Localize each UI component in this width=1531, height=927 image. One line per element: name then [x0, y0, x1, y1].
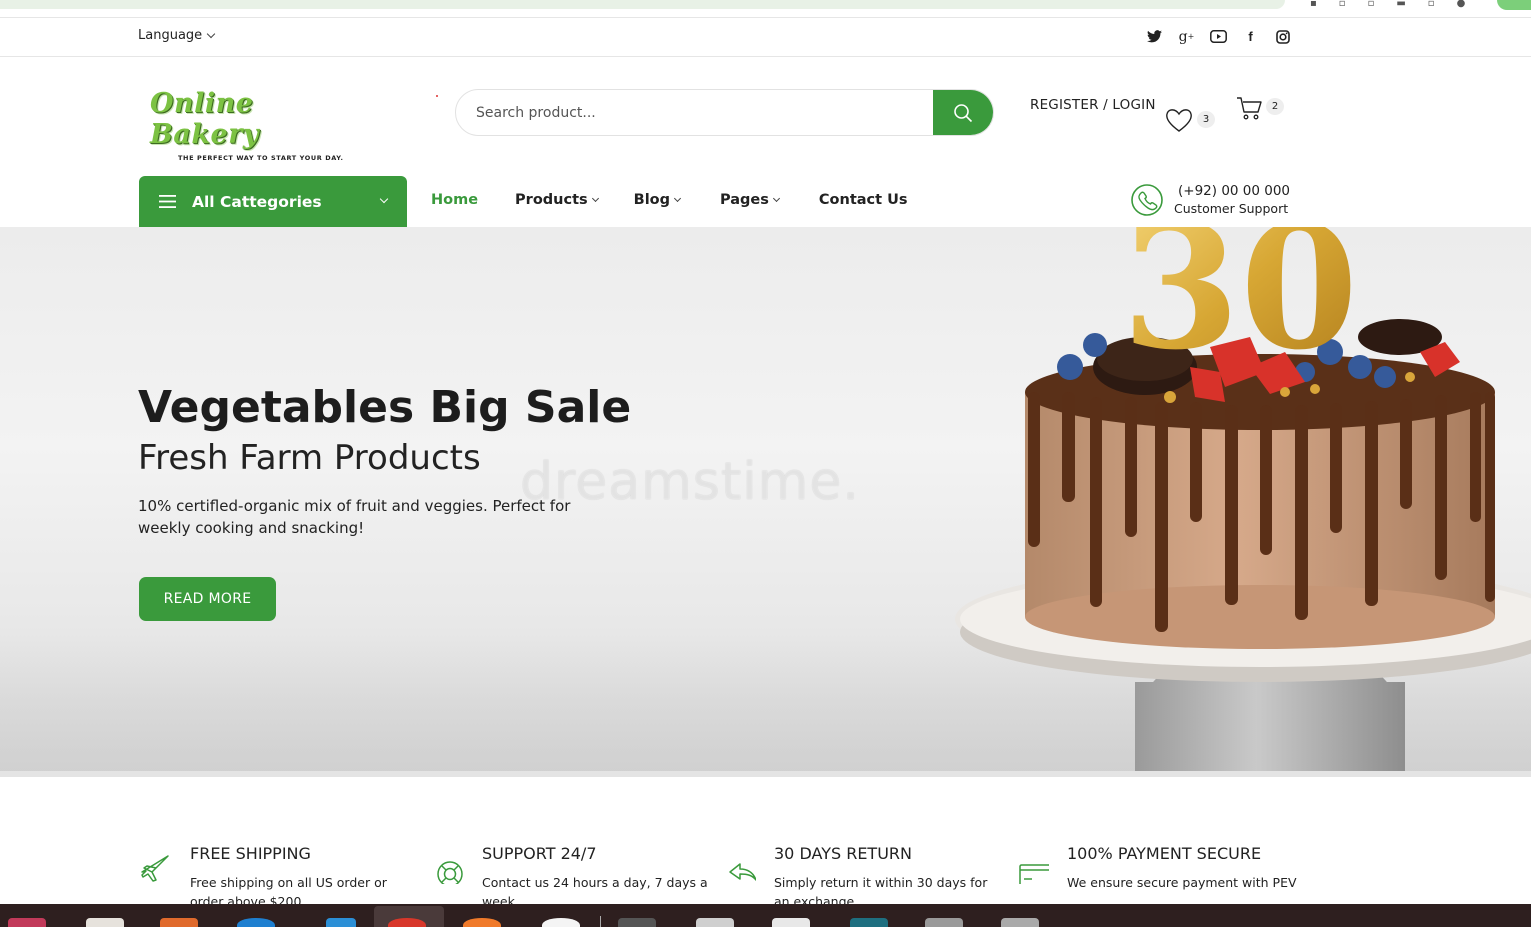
chevron-down-icon — [673, 194, 682, 202]
phone-icon — [1131, 184, 1163, 216]
youtube-icon[interactable] — [1210, 28, 1227, 45]
hero-title: Vegetables Big Sale — [138, 382, 632, 433]
browser-profile-button[interactable] — [1497, 0, 1531, 10]
top-bar: Language g + f — [0, 17, 1531, 57]
taskbar-app-icon[interactable] — [618, 918, 656, 927]
logo-title: Online Bakery — [150, 88, 260, 150]
cake-image: 30 — [955, 227, 1531, 777]
cake-number: 30 — [1122, 227, 1359, 388]
taskbar-app-icon[interactable] — [772, 918, 810, 927]
main-navigation: Home Products Blog Pages Contact Us — [431, 192, 908, 208]
extension-icon[interactable]: ▪ — [1310, 0, 1317, 9]
feature-title: 100% PAYMENT SECURE — [1067, 844, 1262, 863]
feature-title: SUPPORT 24/7 — [482, 844, 597, 863]
browser-address-bar[interactable] — [0, 0, 1285, 9]
taskbar-app-icon[interactable] — [542, 918, 580, 927]
support-phone[interactable]: (+92) 00 00 000 — [1178, 183, 1290, 199]
wishlist-button[interactable] — [1164, 106, 1194, 136]
search-bar — [455, 89, 994, 136]
support-label: Customer Support — [1174, 201, 1289, 216]
nav-item-pages[interactable]: Pages — [720, 192, 780, 208]
google-plus-icon[interactable]: g + — [1178, 28, 1195, 45]
taskbar-separator — [600, 916, 601, 927]
hero-subtitle: Fresh Farm Products — [138, 438, 481, 478]
nav-label: Blog — [633, 192, 671, 208]
chevron-down-icon — [772, 194, 780, 202]
browser-extension-icons: ▪ ▫ ▫ ▬ ▫ ● — [1310, 0, 1465, 9]
taskbar-app-icon[interactable] — [463, 918, 501, 927]
os-taskbar — [0, 904, 1531, 927]
extension-icon[interactable]: ▬ — [1396, 0, 1405, 9]
all-categories-label: All Cattegories — [192, 192, 322, 211]
twitter-icon[interactable] — [1146, 28, 1163, 45]
language-selector[interactable]: Language — [138, 28, 216, 43]
search-icon — [954, 103, 973, 122]
site-logo[interactable]: Online Bakery THE PERFECT WAY TO START Y… — [150, 88, 370, 162]
hero-banner: dreamstime. 30 Vegetables Big Sale Fresh… — [0, 227, 1531, 777]
heart-icon — [1166, 109, 1192, 132]
language-label: Language — [138, 28, 203, 43]
taskbar-app-icon[interactable] — [696, 918, 734, 927]
browser-strip: ▪ ▫ ▫ ▬ ▫ ● — [0, 0, 1531, 12]
feature-title: 30 DAYS RETURN — [774, 844, 912, 863]
feature-description: We ensure secure payment with PEV — [1067, 875, 1297, 890]
search-button[interactable] — [933, 90, 993, 135]
lifebuoy-icon — [437, 861, 463, 884]
taskbar-app-icon[interactable] — [237, 918, 275, 927]
taskbar-app-icon[interactable] — [388, 918, 426, 927]
nav-label: Contact Us — [818, 192, 908, 208]
features-strip: FREE SHIPPING Free shipping on all US or… — [0, 840, 1531, 910]
nav-item-products[interactable]: Products — [515, 192, 599, 208]
chevron-down-icon — [591, 194, 599, 202]
taskbar-app-icon[interactable] — [925, 918, 963, 927]
taskbar-app-icon[interactable] — [1001, 918, 1039, 927]
extension-icon[interactable]: ▫ — [1428, 0, 1435, 9]
hero-bottom-edge — [0, 771, 1531, 777]
taskbar-app-icon[interactable] — [160, 918, 198, 927]
read-more-button[interactable]: READ MORE — [139, 577, 276, 621]
nav-label: Home — [431, 192, 479, 208]
all-categories-button[interactable]: All Cattegories — [139, 176, 407, 227]
credit-card-icon — [1019, 864, 1049, 884]
social-links: g + f — [1146, 28, 1291, 45]
nav-label: Pages — [720, 192, 769, 208]
nav-item-home[interactable]: Home — [431, 192, 478, 208]
customer-support[interactable]: (+92) 00 00 000 Customer Support — [1130, 183, 1290, 217]
search-input[interactable] — [456, 90, 933, 135]
decorative-dot — [436, 95, 438, 97]
cart-count-badge: 2 — [1266, 98, 1284, 115]
return-arrow-icon — [729, 863, 756, 881]
hero-description: 10% certifled-organic mix of fruit and v… — [138, 497, 571, 537]
extension-icon[interactable]: ▫ — [1368, 0, 1375, 9]
taskbar-app-icon[interactable] — [326, 918, 356, 927]
register-login-link[interactable]: REGISTER / LOGIN — [1030, 97, 1156, 113]
nav-label: Products — [515, 192, 588, 208]
chevron-down-icon — [206, 29, 216, 38]
extension-icon[interactable]: ▫ — [1339, 0, 1346, 9]
wishlist-count-badge: 3 — [1197, 111, 1215, 128]
nav-item-contact-us[interactable]: Contact Us — [819, 192, 908, 208]
instagram-icon[interactable] — [1274, 28, 1291, 45]
nav-item-blog[interactable]: Blog — [633, 192, 682, 208]
chevron-down-icon — [379, 194, 389, 204]
taskbar-app-icon[interactable] — [8, 918, 46, 927]
logo-tagline: THE PERFECT WAY TO START YOUR DAY. — [178, 154, 344, 162]
menu-icon — [159, 195, 176, 208]
airplane-icon — [141, 855, 169, 882]
feature-title: FREE SHIPPING — [190, 844, 311, 863]
facebook-icon[interactable]: f — [1242, 28, 1259, 45]
cart-button[interactable] — [1235, 94, 1263, 122]
extension-icon[interactable]: ● — [1457, 0, 1466, 9]
taskbar-app-icon[interactable] — [86, 918, 124, 927]
taskbar-app-icon[interactable] — [850, 918, 888, 927]
cart-icon — [1237, 97, 1262, 120]
